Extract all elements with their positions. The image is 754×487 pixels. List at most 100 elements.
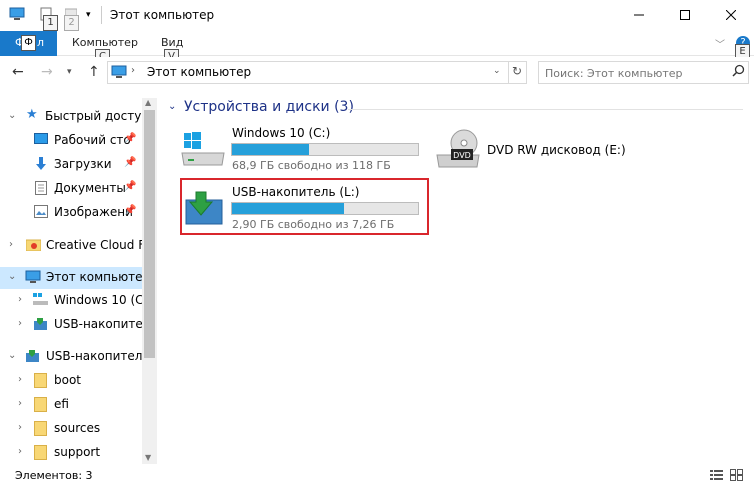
- document-icon: [35, 181, 47, 198]
- chevron-down-icon[interactable]: ⌄: [8, 110, 16, 121]
- folder-icon: [34, 445, 47, 463]
- scroll-up-icon[interactable]: ▲: [145, 98, 151, 107]
- quick-access-key-1: 1: [43, 15, 58, 31]
- refresh-icon[interactable]: ↻: [512, 64, 522, 78]
- chevron-down-icon[interactable]: ⌄: [8, 271, 16, 282]
- download-arrow-icon: [34, 157, 48, 174]
- close-icon: [725, 9, 737, 23]
- pin-icon[interactable]: 📌: [124, 181, 136, 192]
- sidebar-item-usb[interactable]: ⌄ USB-накопитель: [0, 346, 142, 368]
- minimize-icon: [634, 9, 644, 23]
- navigation-pane[interactable]: ⌄ ★ Быстрый доступ Рабочий сто 📌 Загрузк…: [0, 98, 157, 464]
- drive-name: Windows 10 (C:): [232, 126, 331, 140]
- close-button[interactable]: [708, 0, 754, 31]
- chevron-right-icon[interactable]: ›: [18, 318, 22, 329]
- sidebar-item-downloads[interactable]: Загрузки 📌: [0, 154, 142, 176]
- scroll-down-icon[interactable]: ▼: [145, 453, 151, 462]
- creative-cloud-folder-icon: [25, 238, 42, 254]
- star-icon: ★: [26, 107, 38, 122]
- maximize-button[interactable]: [662, 0, 708, 31]
- sidebar-item-windows-c[interactable]: › Windows 10 (C:): [0, 290, 142, 312]
- sidebar-item-boot[interactable]: › boot: [0, 370, 142, 392]
- title-bar: 1 2 ▾ Этот компьютер: [0, 0, 754, 31]
- sidebar-item-label: sources: [54, 421, 101, 435]
- usb-drive-icon: [25, 349, 40, 365]
- desktop-icon: [34, 133, 48, 149]
- sidebar-scrollbar[interactable]: ▲ ▼: [142, 98, 157, 464]
- chevron-right-icon[interactable]: ›: [18, 294, 22, 305]
- search-box[interactable]: [538, 61, 749, 84]
- breadcrumb[interactable]: Этот компьютер: [147, 65, 251, 79]
- drive-usage-fill: [232, 144, 310, 155]
- sidebar-item-this-pc[interactable]: ⌄ Этот компьютер: [0, 267, 142, 289]
- sidebar-item-quick-access[interactable]: ⌄ ★ Быстрый доступ: [0, 106, 142, 128]
- maximize-icon: [680, 9, 690, 23]
- group-title[interactable]: Устройства и диски (3): [184, 99, 354, 115]
- search-icon: [732, 64, 745, 80]
- sidebar-item-desktop[interactable]: Рабочий сто 📌: [0, 130, 142, 152]
- ribbon: Ф Ф л Компьютер C Вид V ﹀ ? E: [0, 31, 754, 65]
- pin-icon[interactable]: 📌: [124, 205, 136, 216]
- drive-dvd-e[interactable]: DVD DVD RW дисковод (E:): [433, 125, 633, 175]
- chevron-right-icon[interactable]: ›: [18, 422, 22, 433]
- tab-view[interactable]: Вид: [161, 36, 183, 49]
- sidebar-item-label: USB-накопитель: [46, 349, 142, 363]
- forward-arrow-icon[interactable]: →: [41, 64, 53, 80]
- sidebar-item-documents[interactable]: Документы 📌: [0, 178, 142, 200]
- sidebar-item-label: Загрузки: [54, 157, 112, 171]
- drive-usage-bar: [231, 143, 419, 156]
- address-dropdown-icon[interactable]: ⌄: [493, 66, 501, 76]
- quick-access-key-2: 2: [64, 15, 79, 31]
- chevron-down-icon[interactable]: ⌄: [8, 350, 16, 361]
- customize-toolbar-icon[interactable]: ▾: [86, 10, 91, 20]
- folder-icon: [34, 421, 47, 439]
- address-divider: [508, 62, 509, 83]
- sidebar-item-label: Этот компьютер: [46, 270, 142, 284]
- minimize-button[interactable]: [616, 0, 662, 31]
- up-arrow-icon[interactable]: ↑: [88, 64, 100, 80]
- expand-ribbon-icon[interactable]: ﹀: [715, 36, 725, 51]
- window-title: Этот компьютер: [110, 8, 215, 22]
- scrollbar-thumb[interactable]: [144, 110, 155, 358]
- status-bar: Элементов: 3: [0, 464, 754, 487]
- usb-drive-highlight-frame: [180, 178, 429, 235]
- folder-icon: [34, 373, 47, 391]
- svg-text:DVD: DVD: [453, 151, 471, 160]
- address-bar[interactable]: › Этот компьютер ⌄ ↻: [107, 61, 527, 84]
- group-divider: [348, 109, 743, 110]
- usb-drive-icon: [33, 317, 48, 333]
- sidebar-item-label: Рабочий сто: [54, 133, 131, 147]
- group-collapse-icon[interactable]: ⌄: [168, 101, 176, 112]
- drive-name: DVD RW дисковод (E:): [487, 143, 626, 157]
- content-area[interactable]: ⌄ Устройства и диски (3) Windows 10 (C:)…: [158, 89, 754, 464]
- folder-icon: [34, 397, 47, 415]
- sidebar-item-usb-under-pc[interactable]: › USB-накопитель: [0, 314, 142, 336]
- back-arrow-icon[interactable]: ←: [12, 64, 24, 80]
- pin-icon[interactable]: 📌: [124, 157, 136, 168]
- chevron-right-icon[interactable]: ›: [18, 398, 22, 409]
- this-pc-icon[interactable]: [9, 7, 25, 24]
- this-pc-icon: [25, 270, 41, 287]
- drive-windows-c[interactable]: Windows 10 (C:) 68,9 ГБ свободно из 118 …: [178, 125, 428, 175]
- pin-icon[interactable]: 📌: [124, 133, 136, 144]
- chevron-right-icon[interactable]: ›: [18, 374, 22, 385]
- sidebar-item-creative-cloud[interactable]: › Creative Cloud Fil: [0, 235, 142, 257]
- sidebar-item-label: Документы: [54, 181, 126, 195]
- sidebar-item-pictures[interactable]: Изображени 📌: [0, 202, 142, 224]
- tab-computer[interactable]: Компьютер: [72, 36, 138, 49]
- sidebar-item-label: efi: [54, 397, 69, 411]
- breadcrumb-chevron-icon[interactable]: ›: [131, 65, 135, 76]
- file-tab[interactable]: Ф Ф л: [0, 31, 57, 56]
- chevron-right-icon[interactable]: ›: [18, 446, 22, 457]
- file-tab-key: Ф: [21, 35, 36, 51]
- details-view-icon[interactable]: [710, 469, 723, 484]
- sidebar-item-support[interactable]: › support: [0, 442, 142, 464]
- tiles-view-icon[interactable]: [730, 469, 743, 484]
- chevron-right-icon[interactable]: ›: [9, 239, 13, 250]
- this-pc-icon: [111, 65, 127, 82]
- sidebar-item-efi[interactable]: › efi: [0, 394, 142, 416]
- search-input[interactable]: [545, 65, 725, 81]
- sidebar-item-sources[interactable]: › sources: [0, 418, 142, 440]
- sidebar-item-label: Creative Cloud Fil: [46, 238, 142, 252]
- recent-locations-icon[interactable]: ▾: [67, 67, 72, 77]
